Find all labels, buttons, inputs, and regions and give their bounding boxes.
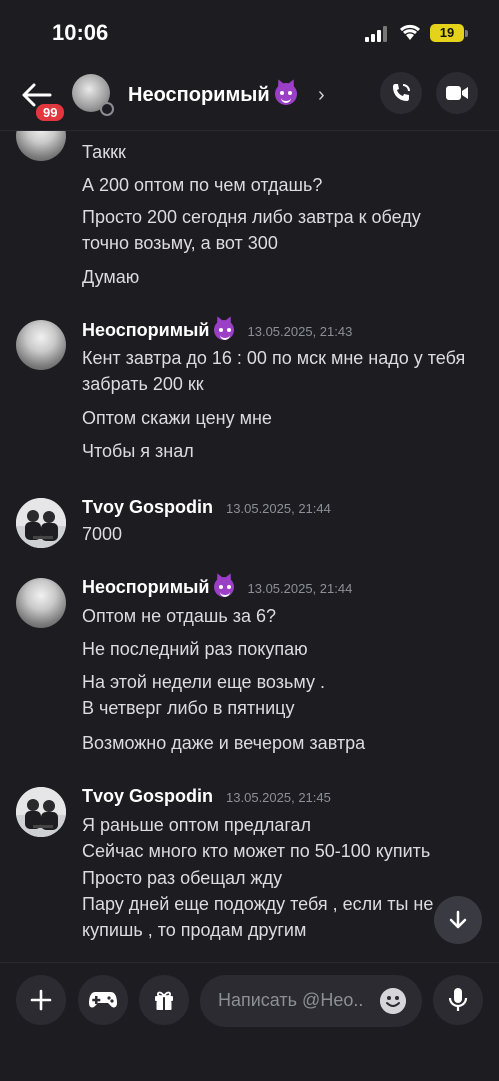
message-author[interactable]: Tvoy Gospodin 13.05.2025, 21:44 [82, 497, 331, 518]
message-input[interactable]: Написать @Нео.. [200, 975, 422, 1027]
status-bar: 10:06 19 [0, 0, 499, 66]
message-timestamp: 13.05.2025, 21:44 [247, 581, 353, 596]
message-text: Оптом скажи цену мне [82, 408, 272, 428]
avatar-photo [16, 498, 66, 548]
microphone-icon [448, 988, 468, 1011]
author-name: Tvoy Gospodin [82, 497, 214, 517]
message-list[interactable]: Таккк А 200 оптом по чем отдашь? Просто … [0, 131, 499, 961]
smiling-imp-emoji-icon [275, 83, 298, 105]
chevron-right-icon[interactable]: › [318, 84, 325, 107]
emoji-icon[interactable] [380, 988, 406, 1014]
message-timestamp: 13.05.2025, 21:44 [226, 501, 331, 516]
message-author[interactable]: Tvoy Gospodin 13.05.2025, 21:45 [82, 786, 331, 807]
message-text: Пару дней еще подожду тебя , если ты не [82, 894, 434, 914]
wifi-icon [399, 24, 421, 40]
message-text: Оптом не отдашь за 6? [82, 606, 277, 626]
status-time: 10:06 [52, 20, 109, 45]
message-text: Просто 200 сегодня либо завтра к обеду т… [82, 207, 421, 253]
author-name: Неоспоримый [82, 577, 210, 597]
author-name: Неоспоримый [82, 320, 210, 340]
gamepad-icon [89, 992, 117, 1008]
message-timestamp: 13.05.2025, 21:45 [226, 790, 331, 805]
message-text: купишь , то продам другим [82, 920, 307, 940]
phone-icon [393, 84, 410, 101]
presence-indicator [100, 102, 114, 116]
add-attachment-button[interactable] [16, 975, 66, 1025]
message-timestamp: 13.05.2025, 21:43 [247, 324, 353, 339]
activities-button[interactable] [78, 975, 128, 1025]
avatar[interactable] [16, 578, 66, 628]
message-text: Я раньше оптом предлагал [82, 815, 312, 835]
message-input-placeholder: Написать @Нео.. [218, 990, 364, 1010]
battery-indicator: 19 [430, 24, 464, 42]
gift-icon [155, 991, 173, 1010]
message-text: Таккк [82, 142, 126, 162]
message-text: А 200 оптом по чем отдашь? [82, 175, 323, 195]
video-camera-icon [446, 86, 468, 100]
message-text: Не последний раз покупаю [82, 639, 308, 659]
message-text: Кент завтра до 16 : 00 по мск мне надо у… [82, 348, 466, 394]
message-text: Думаю [82, 267, 140, 287]
message-author[interactable]: Неоспоримый 13.05.2025, 21:44 [82, 577, 352, 598]
chat-title[interactable]: Неоспоримый [128, 83, 298, 107]
message-text: Чтобы я знал [82, 441, 194, 461]
voice-message-button[interactable] [433, 975, 483, 1025]
author-name: Tvoy Gospodin [82, 786, 214, 806]
avatar[interactable] [16, 498, 66, 548]
battery-nub [465, 30, 468, 37]
scroll-to-bottom-button[interactable] [434, 896, 482, 944]
message-text: На этой недели еще возьму . В четверг ли… [82, 672, 325, 718]
signal-icon [365, 26, 387, 42]
avatar[interactable] [16, 787, 66, 837]
chat-title-text: Неоспоримый [128, 84, 270, 106]
smiling-imp-emoji-icon [214, 577, 235, 597]
avatar[interactable] [16, 131, 66, 161]
video-call-button[interactable] [436, 72, 478, 114]
gift-button[interactable] [139, 975, 189, 1025]
message-text: 7000 [82, 524, 123, 544]
message-text: Возможно даже и вечером завтра [82, 733, 366, 753]
unread-badge: 99 [34, 102, 67, 123]
call-button[interactable] [380, 72, 422, 114]
chat-header: 99 Неоспоримый › [0, 66, 499, 131]
plus-icon [30, 989, 52, 1011]
message-text: Сейчас много кто может по 50-100 купить [82, 841, 431, 861]
message-author[interactable]: Неоспоримый 13.05.2025, 21:43 [82, 320, 352, 341]
smiling-imp-emoji-icon [214, 320, 235, 340]
avatar[interactable] [16, 320, 66, 370]
avatar-photo [16, 787, 66, 837]
message-text: Просто раз обещал жду [82, 868, 283, 888]
arrow-down-icon [449, 910, 467, 929]
composer-bar: Написать @Нео.. [0, 962, 499, 1081]
